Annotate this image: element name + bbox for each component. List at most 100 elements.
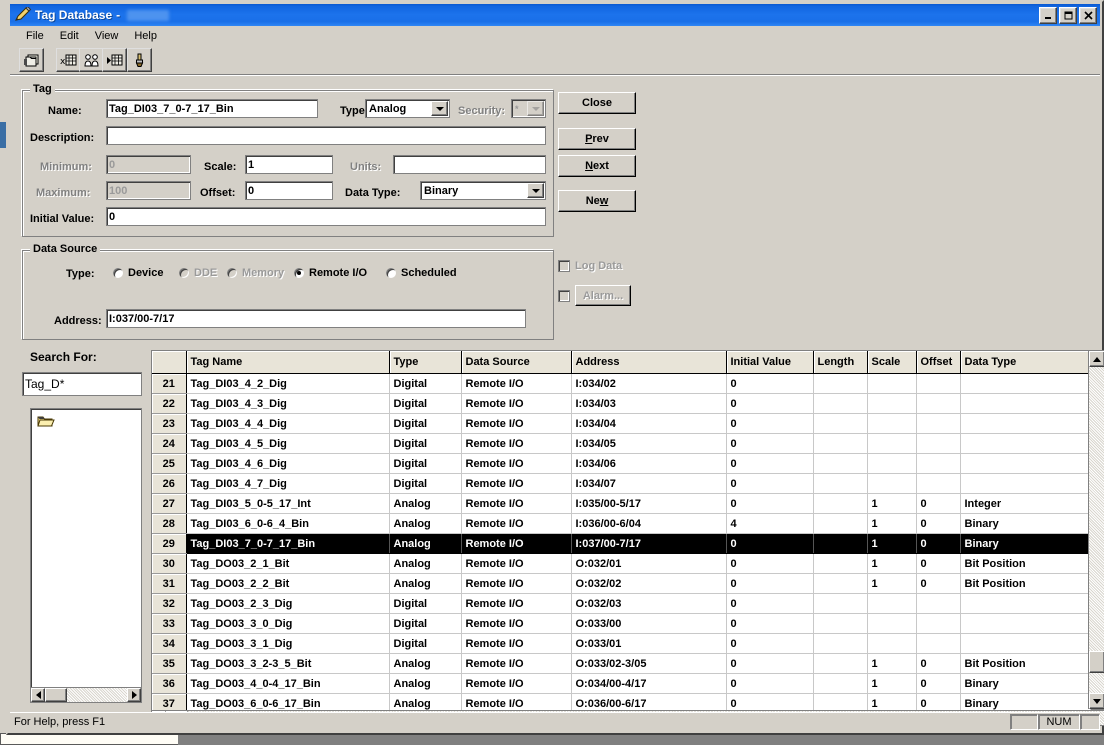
row-number[interactable]: 30 (152, 553, 187, 574)
cell-scale[interactable] (867, 613, 917, 634)
cell-address[interactable]: O:033/01 (571, 633, 727, 654)
cell-data-type[interactable]: Bit Position (960, 553, 1091, 574)
table-row[interactable]: 35 Tag_DO03_3_2-3_5_Bit Analog Remote I/O O:… (152, 653, 1091, 674)
cell-length[interactable] (813, 573, 868, 594)
cell-offset[interactable] (916, 413, 961, 434)
cell-address[interactable]: O:034/00-4/17 (571, 673, 727, 694)
cell-type[interactable]: Digital (389, 633, 462, 654)
cell-data-source[interactable]: Remote I/O (461, 633, 572, 654)
row-number[interactable]: 33 (152, 613, 187, 634)
cell-tag-name[interactable]: Tag_DI03_4_4_Dig (186, 413, 390, 434)
cell-data-type[interactable] (960, 613, 1091, 634)
cell-type[interactable]: Digital (389, 393, 462, 414)
cell-length[interactable] (813, 593, 868, 614)
scroll-right-button[interactable] (127, 688, 141, 702)
initial-value-input[interactable]: 0 (106, 207, 546, 226)
menu-help[interactable]: Help (126, 29, 165, 43)
col-data-type[interactable]: Data Type (960, 351, 1091, 374)
cell-initial-value[interactable]: 0 (726, 413, 814, 434)
menu-file[interactable]: File (18, 29, 52, 43)
row-number[interactable]: 29 (152, 533, 187, 554)
cell-data-source[interactable]: Remote I/O (461, 433, 572, 454)
cell-data-type[interactable] (960, 633, 1091, 654)
table-row[interactable]: 23 Tag_DI03_4_4_Dig Digital Remote I/O I:034… (152, 413, 1091, 434)
cell-data-type[interactable]: Integer (960, 493, 1091, 514)
cell-address[interactable]: O:032/03 (571, 593, 727, 614)
table-row[interactable]: 28 Tag_DI03_6_0-6_4_Bin Analog Remote I/O I:… (152, 513, 1091, 534)
close-button[interactable]: Close (558, 92, 636, 114)
col-type[interactable]: Type (389, 351, 462, 374)
cell-type[interactable]: Analog (389, 493, 462, 514)
cell-type[interactable]: Digital (389, 373, 462, 394)
cell-offset[interactable] (916, 373, 961, 394)
cell-type[interactable]: Analog (389, 533, 462, 554)
cell-type[interactable]: Analog (389, 653, 462, 674)
cell-address[interactable]: I:034/02 (571, 373, 727, 394)
cell-data-source[interactable]: Remote I/O (461, 533, 572, 554)
cell-initial-value[interactable]: 0 (726, 613, 814, 634)
cell-data-type[interactable]: Binary (960, 533, 1091, 554)
cell-length[interactable] (813, 393, 868, 414)
cell-type[interactable]: Digital (389, 433, 462, 454)
scroll-up-button[interactable] (1089, 351, 1104, 367)
menu-edit[interactable]: Edit (52, 29, 87, 43)
table-row[interactable]: 27 Tag_DI03_5_0-5_17_Int Analog Remote I/O I… (152, 493, 1091, 514)
cell-length[interactable] (813, 653, 868, 674)
cell-tag-name[interactable]: Tag_DO03_3_0_Dig (186, 613, 390, 634)
col-address[interactable]: Address (571, 351, 727, 374)
col-initial-value[interactable]: Initial Value (726, 351, 814, 374)
cell-tag-name[interactable]: Tag_DO03_4_0-4_17_Bin (186, 673, 390, 694)
table-row[interactable]: 24 Tag_DI03_4_5_Dig Digital Remote I/O I:034… (152, 433, 1091, 454)
row-number[interactable]: 21 (152, 373, 187, 394)
cell-initial-value[interactable]: 0 (726, 373, 814, 394)
copy-records-button[interactable] (19, 48, 44, 72)
cell-tag-name[interactable]: Tag_DO03_2_1_Bit (186, 553, 390, 574)
cell-offset[interactable]: 0 (916, 513, 961, 534)
cell-offset[interactable] (916, 433, 961, 454)
grid-vscrollbar[interactable] (1088, 351, 1104, 709)
cell-data-type[interactable] (960, 393, 1091, 414)
cell-data-type[interactable]: Bit Position (960, 653, 1091, 674)
cell-address[interactable]: I:034/04 (571, 413, 727, 434)
cell-length[interactable] (813, 553, 868, 574)
cell-scale[interactable]: 1 (867, 533, 917, 554)
cell-scale[interactable] (867, 593, 917, 614)
cell-address[interactable]: O:033/02-3/05 (571, 653, 727, 674)
cell-data-type[interactable] (960, 413, 1091, 434)
cell-data-type[interactable] (960, 593, 1091, 614)
cell-length[interactable] (813, 433, 868, 454)
tree-hscroll-thumb[interactable] (45, 688, 67, 702)
cell-data-type[interactable]: Binary (960, 673, 1091, 694)
datatype-select[interactable]: Binary (420, 181, 546, 200)
cell-length[interactable] (813, 533, 868, 554)
cell-address[interactable]: I:034/07 (571, 473, 727, 494)
cell-initial-value[interactable]: 4 (726, 513, 814, 534)
cell-offset[interactable]: 0 (916, 493, 961, 514)
cell-length[interactable] (813, 513, 868, 534)
tree-hscrollbar[interactable] (31, 687, 141, 702)
cell-tag-name[interactable]: Tag_DI03_6_0-6_4_Bin (186, 513, 390, 534)
cell-address[interactable]: I:036/00-6/04 (571, 513, 727, 534)
cell-tag-name[interactable]: Tag_DI03_4_2_Dig (186, 373, 390, 394)
cell-scale[interactable] (867, 413, 917, 434)
cell-scale[interactable] (867, 453, 917, 474)
cell-data-source[interactable]: Remote I/O (461, 413, 572, 434)
cell-tag-name[interactable]: Tag_DI03_4_6_Dig (186, 453, 390, 474)
delete-record-button[interactable]: x (56, 48, 81, 72)
cell-address[interactable]: I:034/05 (571, 433, 727, 454)
row-number[interactable]: 24 (152, 433, 187, 454)
row-number[interactable]: 32 (152, 593, 187, 614)
name-input[interactable]: Tag_DI03_7_0-7_17_Bin (106, 99, 318, 118)
chevron-down-icon[interactable] (431, 101, 448, 116)
row-number[interactable]: 25 (152, 453, 187, 474)
table-row[interactable]: 36 Tag_DO03_4_0-4_17_Bin Analog Remote I/O O… (152, 673, 1091, 694)
cell-scale[interactable]: 1 (867, 653, 917, 674)
cell-length[interactable] (813, 633, 868, 654)
brush-button[interactable] (127, 48, 152, 72)
radio-remote-io[interactable]: Remote I/O (293, 267, 367, 279)
cell-data-type[interactable] (960, 473, 1091, 494)
cell-address[interactable]: I:034/03 (571, 393, 727, 414)
chevron-down-icon[interactable] (527, 183, 544, 198)
row-number[interactable]: 22 (152, 393, 187, 414)
cell-length[interactable] (813, 673, 868, 694)
